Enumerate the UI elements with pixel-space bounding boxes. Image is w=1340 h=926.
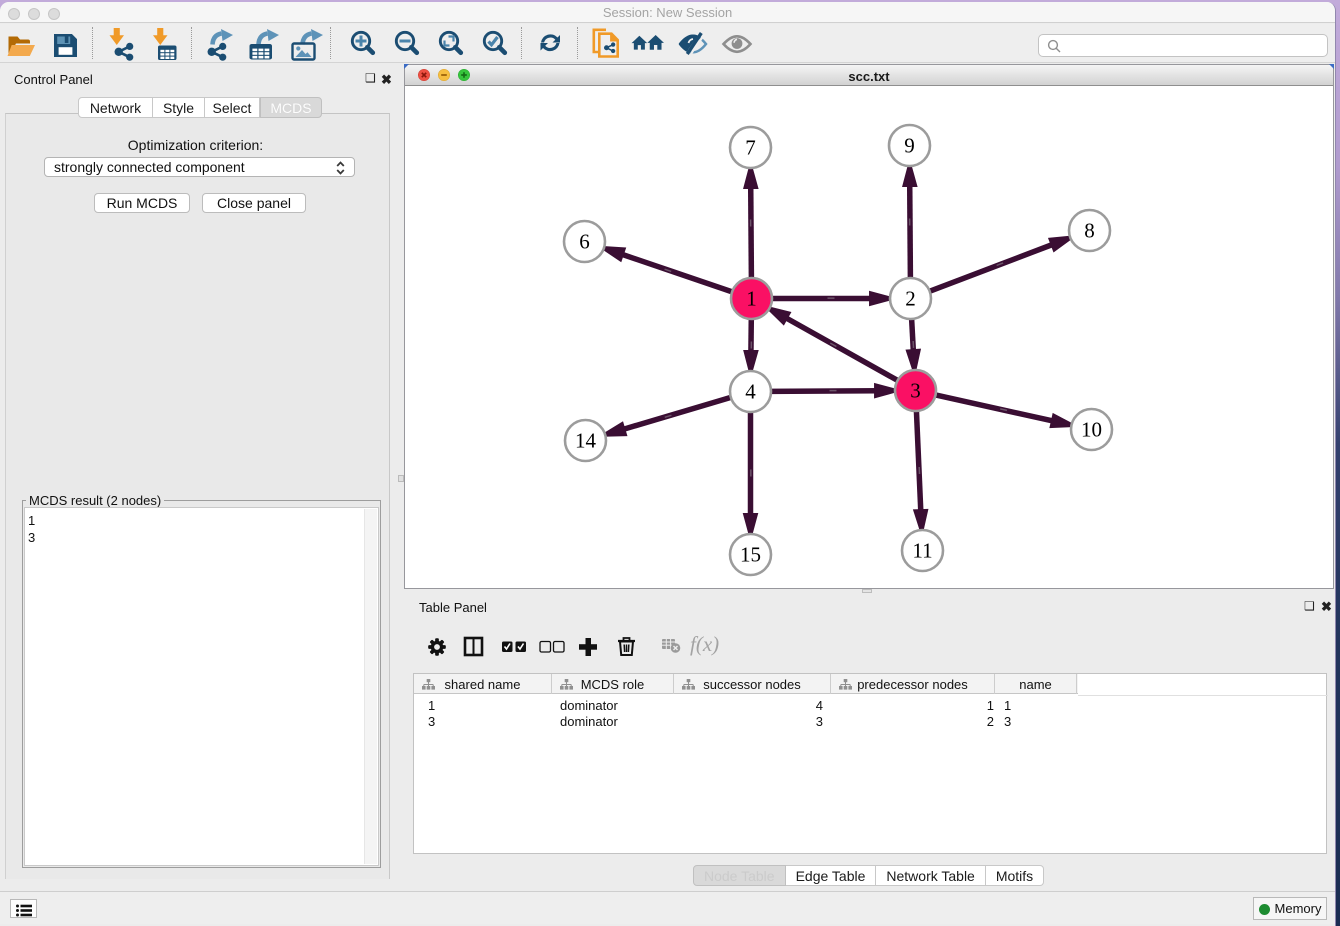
svg-text:11: 11 bbox=[912, 539, 932, 563]
svg-text:3: 3 bbox=[910, 379, 921, 403]
svg-text:15: 15 bbox=[740, 543, 761, 567]
svg-text:4: 4 bbox=[745, 380, 756, 404]
svg-text:7: 7 bbox=[745, 136, 756, 160]
svg-text:2: 2 bbox=[905, 287, 916, 311]
svg-text:8: 8 bbox=[1084, 219, 1095, 243]
svg-text:14: 14 bbox=[575, 429, 597, 453]
svg-text:6: 6 bbox=[579, 230, 590, 254]
svg-text:9: 9 bbox=[904, 134, 915, 158]
svg-text:f(x): f(x) bbox=[690, 632, 719, 656]
svg-text:10: 10 bbox=[1081, 418, 1102, 442]
svg-text:1: 1 bbox=[746, 287, 757, 311]
